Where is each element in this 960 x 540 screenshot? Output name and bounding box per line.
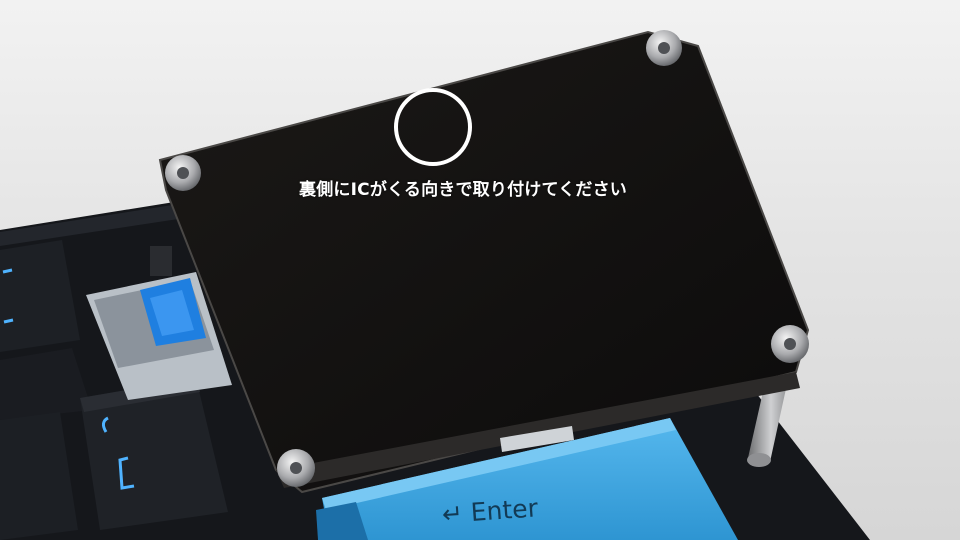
screw-top-right	[646, 30, 682, 66]
enter-key-text: Enter	[469, 493, 539, 527]
keyboard-photo	[0, 30, 870, 540]
screw-bottom-left	[277, 449, 315, 487]
screw-bottom-right	[771, 325, 809, 363]
annotation-caption: 裏側にICがくる向きで取り付けてください	[299, 180, 627, 200]
photo-scene: 裏側にICがくる向きで取り付けてください ↵ Enter	[0, 0, 960, 540]
enter-arrow-icon: ↵	[440, 498, 464, 529]
